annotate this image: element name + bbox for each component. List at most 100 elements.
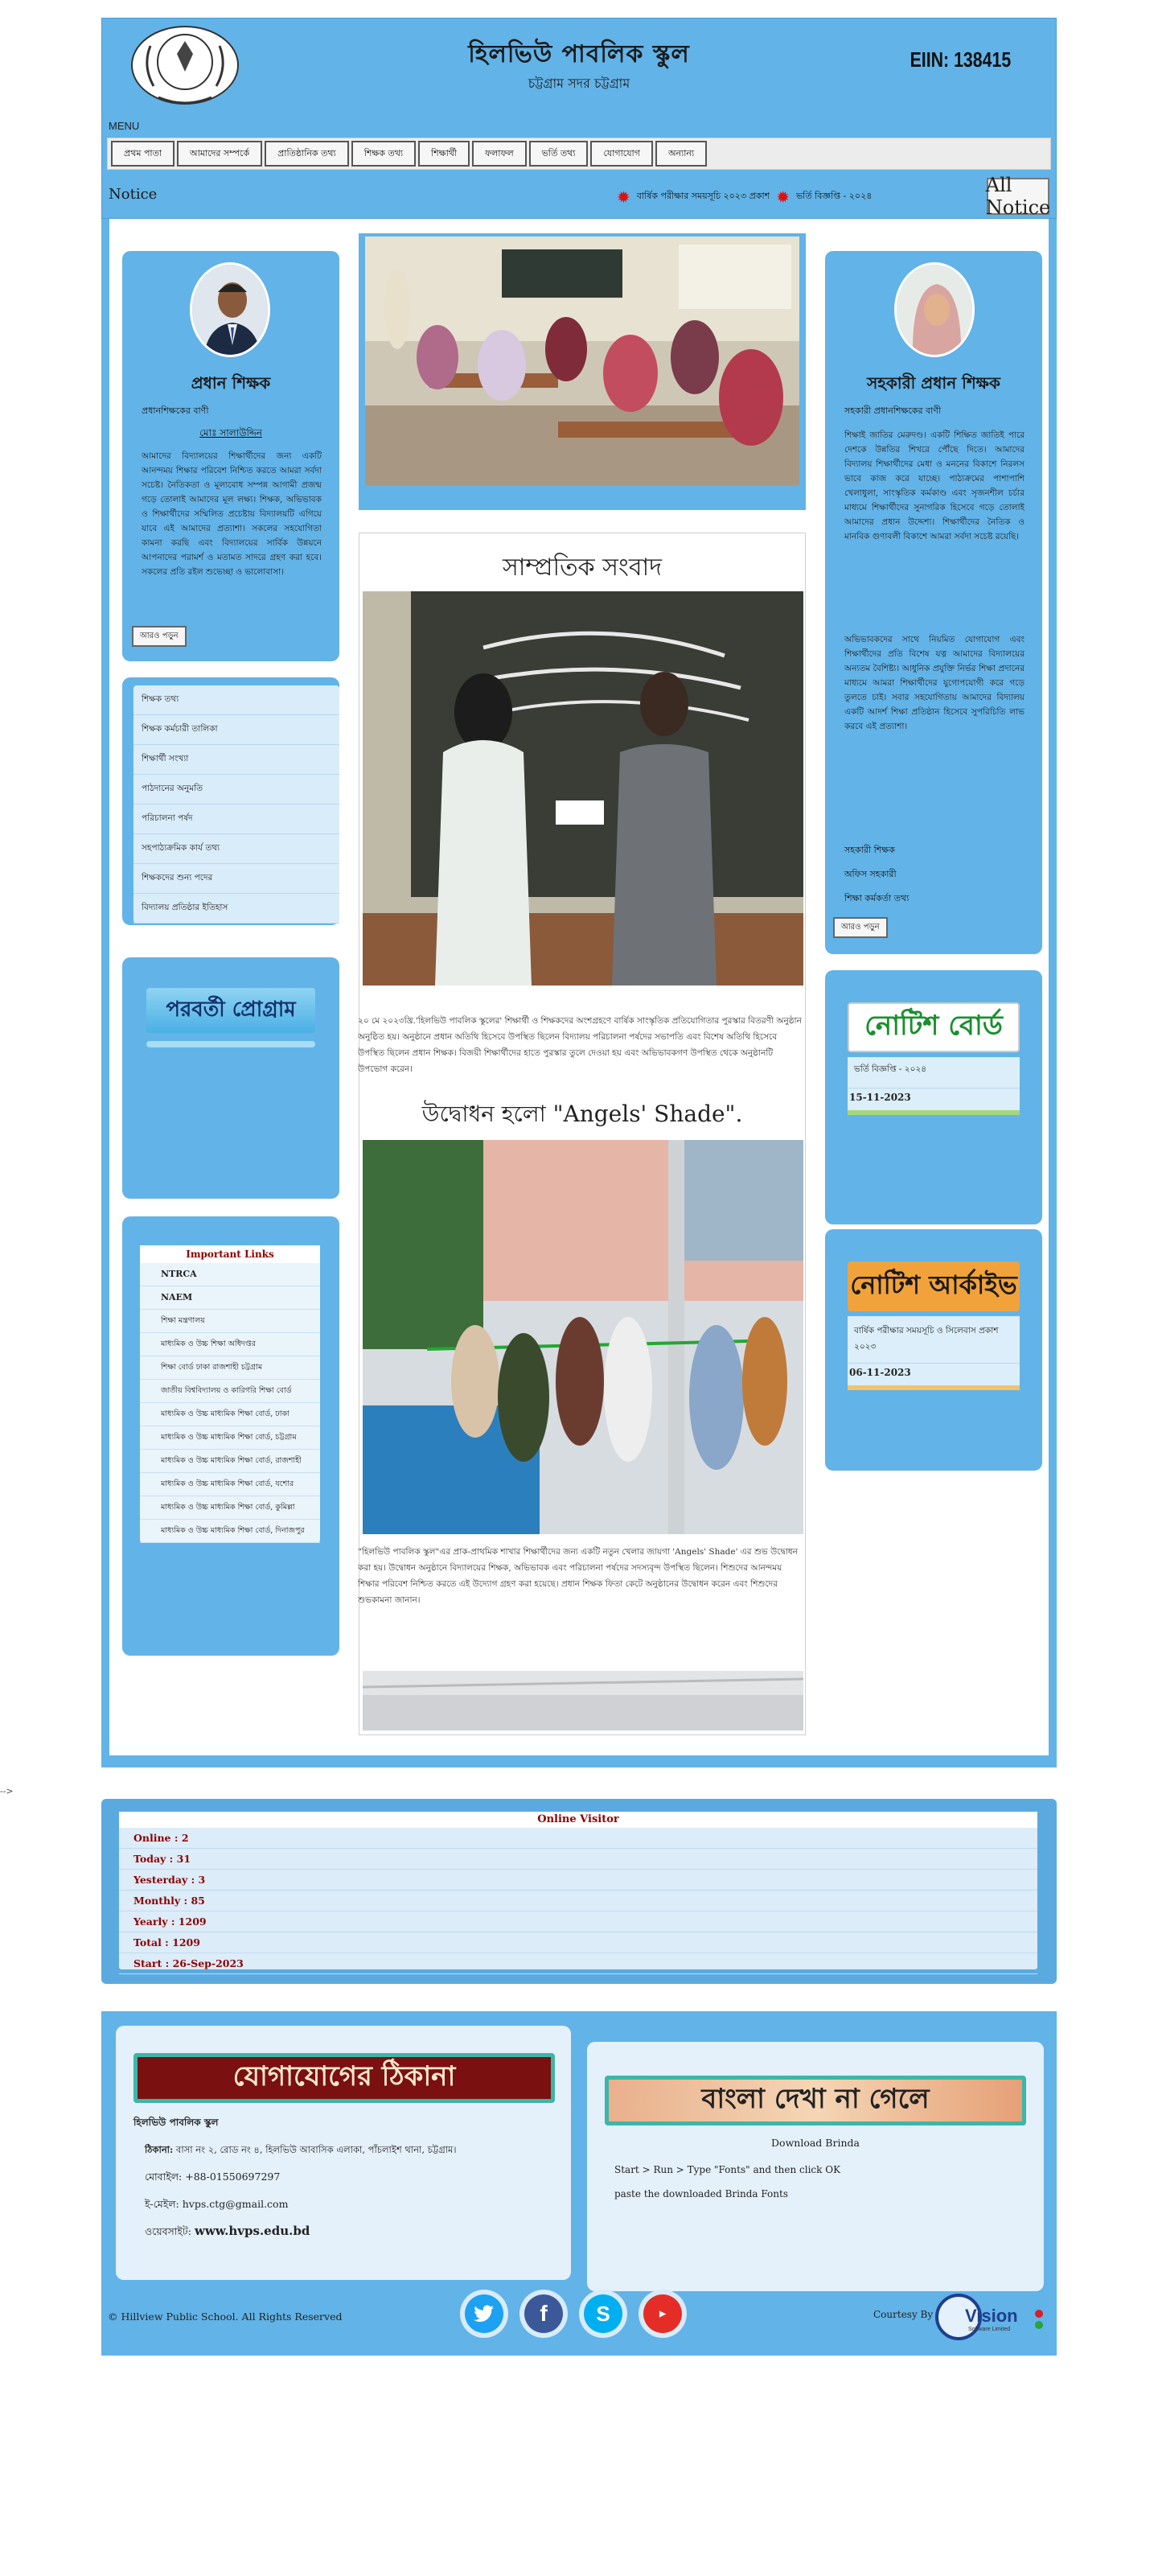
assistant-head-role: সহকারী প্রধানশিক্ষকের বাণী — [844, 405, 942, 416]
important-link[interactable]: মাধ্যমিক ও উচ্চ মাধ্যমিক শিক্ষা বোর্ড, র… — [140, 1450, 320, 1473]
notice-board-card: নোটিশ বোর্ড ভর্তি বিজ্ঞপ্তি - ২০২৪ 15-11… — [825, 970, 1042, 1224]
important-link[interactable]: মাধ্যমিক ও উচ্চ মাধ্যমিক শিক্ষা বোর্ড, ক… — [140, 1496, 320, 1520]
ticker-item[interactable]: ভর্তি বিজ্ঞপ্তি - ২০২৪ — [796, 189, 872, 204]
head-teacher-more-button[interactable]: আরও পড়ুন — [132, 626, 187, 647]
notice-board-item[interactable]: ভর্তি বিজ্ঞপ্তি - ২০২৪ 15-11-2023 — [848, 1057, 1020, 1115]
skype-icon: S — [584, 2294, 622, 2333]
visitor-stat: Yearly : 1209 — [119, 1911, 1037, 1932]
assistant-head-message-1: শিক্ষাই জাতির মেরুদণ্ড। একটি শিক্ষিত জাত… — [844, 430, 1025, 541]
contact-banner: যোগাযোগের ঠিকানা — [133, 2053, 555, 2103]
notice-board-date: 15-11-2023 — [848, 1088, 1020, 1103]
important-link[interactable]: মাধ্যমিক ও উচ্চ মাধ্যমিক শিক্ষা বোর্ড, য… — [140, 1473, 320, 1496]
courtesy-label: Courtesy By — [873, 2309, 934, 2320]
all-notice-button[interactable]: All Notice — [986, 174, 1050, 219]
classroom-slider — [359, 233, 806, 510]
notice-ticker: ✹ বার্ষিক পরীক্ষার সময়সূচি ২০২৩ প্রকাশ … — [617, 187, 872, 207]
assistant-extra-link[interactable]: অফিস সহকারী — [844, 867, 897, 883]
head-teacher-name-link[interactable]: মোঃ সালাউদ্দিন — [122, 426, 339, 442]
email-value[interactable]: hvps.ctg@gmail.com — [183, 2198, 289, 2210]
main-inner: প্রধান শিক্ষক প্রধানশিক্ষকের বাণী মোঃ সা… — [109, 219, 1049, 1755]
site-header: হিলভিউ পাবলিক স্কুল চট্টগ্রাম সদর চট্টগ্… — [101, 18, 1057, 219]
visitor-stat: Start : 26-Sep-2023 — [119, 1953, 1037, 1974]
side-menu: শিক্ষক তথ্য শিক্ষক কর্মচারী তালিকা শিক্ষ… — [133, 685, 339, 924]
important-link[interactable]: শিক্ষা বোর্ড ঢাকা রাজশাহী চট্টগ্রাম — [140, 1356, 320, 1380]
notice-ticker-row: Notice ✹ বার্ষিক পরীক্ষার সময়সূচি ২০২৩ … — [102, 173, 1056, 219]
font-instruction-2: paste the downloaded Brinda Fonts — [614, 2188, 788, 2199]
important-links-card: Important Links NTRCA NAEM শিক্ষা মন্ত্র… — [122, 1216, 339, 1656]
side-menu-item[interactable]: পাঠদানের অনুমতি — [133, 775, 339, 804]
star-icon: ✹ — [776, 187, 790, 207]
important-links-box: Important Links NTRCA NAEM শিক্ষা মন্ত্র… — [140, 1245, 320, 1543]
menu-item-others[interactable]: অন্যান্য — [655, 141, 708, 167]
contact-card: যোগাযোগের ঠিকানা হিলভিউ পাবলিক স্কুল ঠিক… — [116, 2026, 571, 2280]
youtube-link[interactable]: ▶ — [639, 2290, 687, 2338]
news-panel: সাম্প্রতিক সংবাদ ২০ মে ২০২৩খ্রি.'হিলভিউ … — [358, 533, 806, 1735]
menu-item-contact[interactable]: যোগাযোগ — [590, 141, 653, 167]
notice-archive-date: 06-11-2023 — [848, 1363, 1020, 1378]
side-menu-item[interactable]: শিক্ষক তথ্য — [133, 685, 339, 715]
side-menu-item[interactable]: শিক্ষক কর্মচারী তালিকা — [133, 715, 339, 745]
star-icon: ✹ — [617, 187, 630, 207]
eiin-number: EIIN: 138415 — [910, 47, 1011, 72]
side-menu-item[interactable]: শিক্ষার্থী সংখ্যা — [133, 745, 339, 775]
facebook-icon: f — [524, 2294, 563, 2333]
important-link[interactable]: মাধ্যমিক ও উচ্চ মাধ্যমিক শিক্ষা বোর্ড, ঢ… — [140, 1403, 320, 1426]
news-title: সাম্প্রতিক সংবাদ — [502, 553, 662, 582]
assistant-extra-link[interactable]: শিক্ষা কর্মকর্তা তথ্য — [844, 891, 909, 907]
website-value[interactable]: www.hvps.edu.bd — [195, 2224, 310, 2238]
assistant-head-photo — [894, 262, 975, 357]
menu-item-admission[interactable]: ভর্তি তথ্য — [528, 141, 589, 167]
skype-link[interactable]: S — [579, 2290, 627, 2338]
important-link[interactable]: মাধ্যমিক ও উচ্চ মাধ্যমিক শিক্ষা বোর্ড, চ… — [140, 1426, 320, 1450]
menu-item-results[interactable]: ফলাফল — [472, 141, 527, 167]
ticker-item[interactable]: বার্ষিক পরীক্ষার সময়সূচি ২০২৩ প্রকাশ — [637, 189, 770, 204]
notice-label: Notice — [109, 186, 158, 203]
download-brinda-link[interactable]: Download Brinda — [587, 2137, 1044, 2149]
website-label: ওয়েবসাইট: — [145, 2225, 191, 2237]
menu-item-about[interactable]: আমাদের সম্পর্কে — [177, 141, 263, 167]
twitter-link[interactable] — [460, 2290, 508, 2338]
contact-email: ই-মেইল: hvps.ctg@gmail.com — [145, 2198, 288, 2214]
assistant-head-more-button[interactable]: আরও পড়ুন — [833, 917, 888, 938]
important-link[interactable]: মাধ্যমিক ও উচ্চ মাধ্যমিক শিক্ষা বোর্ড, দ… — [140, 1520, 320, 1543]
facebook-link[interactable]: f — [519, 2290, 568, 2338]
visitor-stat: Yesterday : 3 — [119, 1870, 1037, 1891]
side-menu-item[interactable]: বিদ্যালয় প্রতিষ্ঠার ইতিহাস — [133, 894, 339, 924]
online-visitor-box: Online Visitor Online : 2 Today : 31 Yes… — [119, 1812, 1037, 1974]
font-help-card: বাংলা দেখা না গেলে Download Brinda Start… — [587, 2042, 1044, 2291]
side-menu-item[interactable]: শিক্ষকদের শুন্য পদের — [133, 864, 339, 894]
important-link[interactable]: NAEM — [140, 1286, 320, 1310]
notice-archive-banner: নোটিশ আর্কাইভ — [848, 1261, 1020, 1311]
menu-item-teachers[interactable]: শিক্ষক তথ্য — [351, 141, 417, 167]
program-card: পরবর্তী প্রোগ্রাম — [122, 957, 339, 1199]
menu-item-institution[interactable]: প্রাতিষ্ঠানিক তথ্য — [265, 141, 349, 167]
important-link[interactable]: জাতীয় বিশ্ববিদ্যালয় ও কারিগরি শিক্ষা ব… — [140, 1380, 320, 1403]
notice-board-item-text[interactable]: ভর্তি বিজ্ঞপ্তি - ২০২৪ — [854, 1064, 926, 1077]
important-link[interactable]: মাধ্যমিক ও উচ্চ শিক্ষা অধিদপ্তর — [140, 1333, 320, 1356]
head-teacher-title: প্রধান শিক্ষক — [191, 373, 271, 393]
visitor-stat: Today : 31 — [119, 1849, 1037, 1870]
menu-item-students[interactable]: শিক্ষার্থী — [418, 141, 470, 167]
assistant-head-card: সহকারী প্রধান শিক্ষক সহকারী প্রধানশিক্ষক… — [825, 251, 1042, 954]
site-footer: যোগাযোগের ঠিকানা হিলভিউ পাবলিক স্কুল ঠিক… — [101, 2011, 1057, 2356]
notice-archive-item[interactable]: বার্ষিক পরীক্ষার সময়সূচি ও সিলেবাস প্রক… — [848, 1316, 1020, 1390]
contact-school-name: হিলভিউ পাবলিক স্কুল — [133, 2117, 219, 2128]
classroom-photo — [365, 237, 799, 486]
notice-archive-item-text[interactable]: বার্ষিক পরীক্ষার সময়সূচি ও সিলেবাস প্রক… — [854, 1323, 1015, 1355]
font-instruction-1: Start > Run > Type "Fonts" and then clic… — [614, 2164, 841, 2175]
angels-shade-title: উদ্বোধন হলো "Angels' Shade". — [421, 1101, 743, 1127]
assistant-extra-link[interactable]: সহকারী শিক্ষক — [844, 843, 895, 858]
site-subtitle: চট্টগ্রাম সদর চট্টগ্রাম — [528, 76, 630, 91]
visitor-stat: Online : 2 — [119, 1828, 1037, 1849]
menu-item-home[interactable]: প্রথম পাতা — [111, 141, 175, 167]
contact-phone: মোবাইল: +88-01550697297 — [145, 2171, 280, 2187]
vendor-logo[interactable]: Vision Software Limited — [934, 2290, 1047, 2343]
award-photo — [363, 591, 803, 986]
side-menu-item[interactable]: পরিচালনা পর্ষদ — [133, 804, 339, 834]
ribbon-cutting-photo — [363, 1140, 803, 1534]
head-teacher-role: প্রধানশিক্ষকের বাণী — [142, 405, 209, 416]
important-link[interactable]: শিক্ষা মন্ত্রণালয় — [140, 1310, 320, 1333]
main-menu: প্রথম পাতা আমাদের সম্পর্কে প্রাতিষ্ঠানিক… — [107, 138, 1051, 170]
important-link[interactable]: NTRCA — [140, 1263, 320, 1286]
side-menu-item[interactable]: সহপাঠ্যক্রমিক কার্য তথ্য — [133, 834, 339, 864]
